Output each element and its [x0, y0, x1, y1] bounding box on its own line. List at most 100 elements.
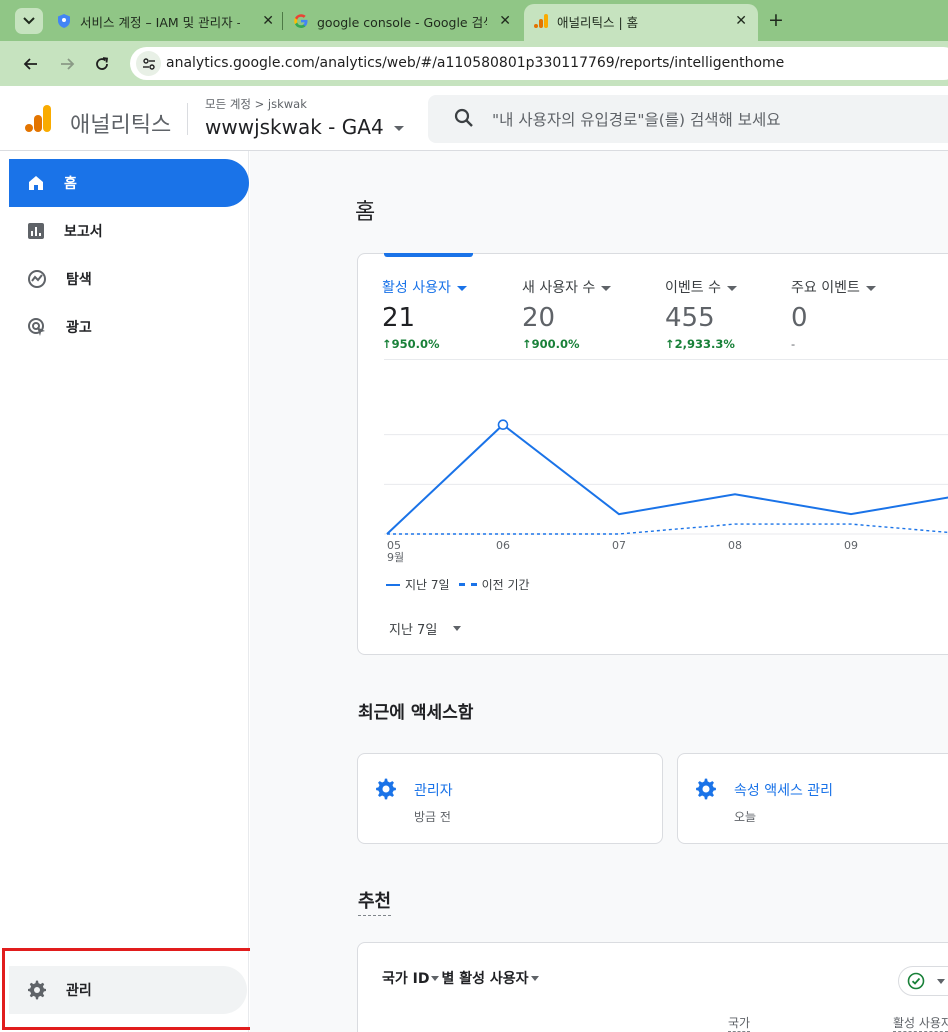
- caret-down-icon: [601, 285, 612, 291]
- metric-label: 새 사용자 수: [522, 280, 596, 296]
- advertising-icon: [28, 318, 45, 336]
- nav-item-advertising[interactable]: 광고: [9, 303, 249, 351]
- bar-chart-icon: [28, 223, 44, 239]
- recent-section-title: 최근에 액세스함: [358, 703, 474, 723]
- arrow-left-icon: [23, 58, 37, 70]
- metric-value: 20: [522, 303, 556, 333]
- x-tick-label: 08: [728, 539, 742, 552]
- metric-value: 21: [382, 303, 416, 333]
- tab-title: google console - Google 검색: [317, 14, 487, 30]
- x-tick-label: 09: [844, 539, 858, 552]
- metric-label: 활성 사용자: [382, 280, 451, 296]
- property-selector[interactable]: wwwjskwak - GA4: [205, 115, 405, 139]
- tab-search-button[interactable]: [15, 8, 43, 34]
- metric-divider: [384, 359, 948, 360]
- nav-label: 탐색: [66, 272, 92, 288]
- caret-down-icon: [937, 978, 945, 984]
- metric-label: 이벤트 수: [665, 280, 721, 296]
- recent-card-property-access[interactable]: 속성 액세스 관리 오늘: [677, 753, 948, 844]
- nav-label: 광고: [66, 320, 92, 336]
- new-tab-button[interactable]: +: [768, 9, 784, 31]
- recommended-section-title: 추천: [358, 887, 392, 916]
- google-g-icon: [294, 14, 308, 28]
- recommended-card-title[interactable]: 국가 ID 별 활성 사용자: [382, 968, 541, 988]
- caret-down-icon: [865, 285, 876, 291]
- caret-down-icon: [530, 975, 539, 981]
- nav-item-home[interactable]: 홈: [9, 159, 249, 207]
- url-text: analytics.google.com/analytics/web/#/a11…: [166, 55, 785, 71]
- dimension-label: 국가 ID: [382, 971, 430, 987]
- column-header-active-users: 활성 사용자: [893, 1016, 948, 1032]
- caret-down-icon: [453, 626, 462, 631]
- back-button[interactable]: [19, 52, 43, 76]
- recent-card-time: 오늘: [734, 810, 757, 824]
- x-tick-label: 06: [496, 539, 510, 552]
- forward-button[interactable]: [55, 52, 79, 76]
- shield-icon: [58, 14, 70, 28]
- tab-title: 애널리틱스 | 홈: [557, 14, 639, 30]
- metric-change: ↑900.0%: [522, 337, 580, 351]
- explore-icon: [28, 270, 46, 288]
- column-header-country: 국가: [728, 1016, 751, 1032]
- arrow-right-icon: [61, 58, 75, 70]
- site-info-button[interactable]: [136, 51, 161, 76]
- metric-event-count[interactable]: 이벤트 수 455 ↑2,933.3%: [665, 277, 737, 351]
- gear-icon: [376, 778, 396, 800]
- chart-legend: 지난 7일 이전 기간: [386, 576, 530, 593]
- x-month-label: 9월: [387, 551, 404, 564]
- tab-title: 서비스 계정 – IAM 및 관리자 –: [80, 14, 240, 30]
- active-metric-indicator: [384, 253, 473, 257]
- analytics-logo-icon: [534, 14, 548, 28]
- search-placeholder: "내 사용자의 유입경로"을(를) 검색해 보세요: [492, 111, 781, 129]
- metric-change: ↑2,933.3%: [665, 337, 735, 351]
- line-chart: 05 06 07 08 099월: [384, 419, 948, 564]
- browser-tab-iam[interactable]: 서비스 계정 – IAM 및 관리자 – ✕: [56, 6, 274, 36]
- caret-down-icon: [431, 975, 440, 981]
- browser-tab-analytics-content[interactable]: 애널리틱스 | 홈 ✕: [533, 6, 747, 36]
- check-circle-icon: [907, 972, 925, 990]
- account-breadcrumb[interactable]: 모든 계정 > jskwak: [205, 96, 307, 112]
- recent-card-time: 방금 전: [414, 810, 451, 824]
- caret-down-icon: [726, 285, 737, 291]
- caret-down-icon: [456, 285, 467, 291]
- address-bar[interactable]: analytics.google.com/analytics/web/#/a11…: [130, 47, 948, 80]
- header-divider: [187, 103, 188, 135]
- x-tick-label: 07: [612, 539, 626, 552]
- recent-card-title: 관리자: [414, 783, 453, 799]
- property-name: wwwjskwak - GA4: [205, 115, 384, 139]
- reload-button[interactable]: [90, 52, 114, 76]
- analytics-logo-icon[interactable]: [24, 103, 52, 133]
- series-line-previous: [387, 523, 948, 535]
- tab-separator: [282, 12, 283, 30]
- nav-item-explore[interactable]: 탐색: [9, 255, 249, 303]
- product-name: 애널리틱스: [70, 113, 172, 138]
- date-range-select[interactable]: 지난 7일: [389, 619, 462, 638]
- metric-key-events[interactable]: 주요 이벤트 0 -: [791, 277, 876, 351]
- metric-active-users[interactable]: 활성 사용자 21 ↑950.0%: [382, 277, 467, 351]
- tab-close-icon[interactable]: ✕: [262, 13, 274, 29]
- nav-label: 홈: [64, 176, 77, 192]
- search-input[interactable]: "내 사용자의 유입경로"을(를) 검색해 보세요: [428, 95, 948, 143]
- search-icon: [454, 108, 473, 127]
- series-point-highlight: [497, 419, 509, 431]
- metric-value: 455: [665, 303, 715, 333]
- legend-label-current: 지난 7일: [405, 578, 450, 592]
- tab-close-icon[interactable]: ✕: [499, 13, 511, 29]
- tab-close-icon[interactable]: ✕: [735, 13, 747, 29]
- legend-swatch-previous: [458, 583, 477, 586]
- metric-new-users[interactable]: 새 사용자 수 20 ↑900.0%: [522, 277, 612, 351]
- gear-icon: [696, 778, 716, 800]
- metric-value: 0: [791, 303, 808, 333]
- nav-label: 보고서: [64, 224, 103, 240]
- chevron-down-icon: [23, 17, 35, 25]
- browser-tab-google-search[interactable]: google console - Google 검색 ✕: [293, 6, 511, 36]
- metric-label: 주요 이벤트: [791, 280, 860, 296]
- legend-label-previous: 이전 기간: [481, 578, 530, 592]
- tune-icon: [142, 57, 155, 70]
- home-icon: [29, 176, 43, 190]
- insight-status-button[interactable]: [898, 966, 948, 996]
- metric-label: 별 활성 사용자: [441, 971, 529, 987]
- recent-card-admin[interactable]: 관리자 방금 전: [357, 753, 663, 844]
- recent-card-title: 속성 액세스 관리: [734, 783, 834, 799]
- nav-item-reports[interactable]: 보고서: [9, 207, 249, 255]
